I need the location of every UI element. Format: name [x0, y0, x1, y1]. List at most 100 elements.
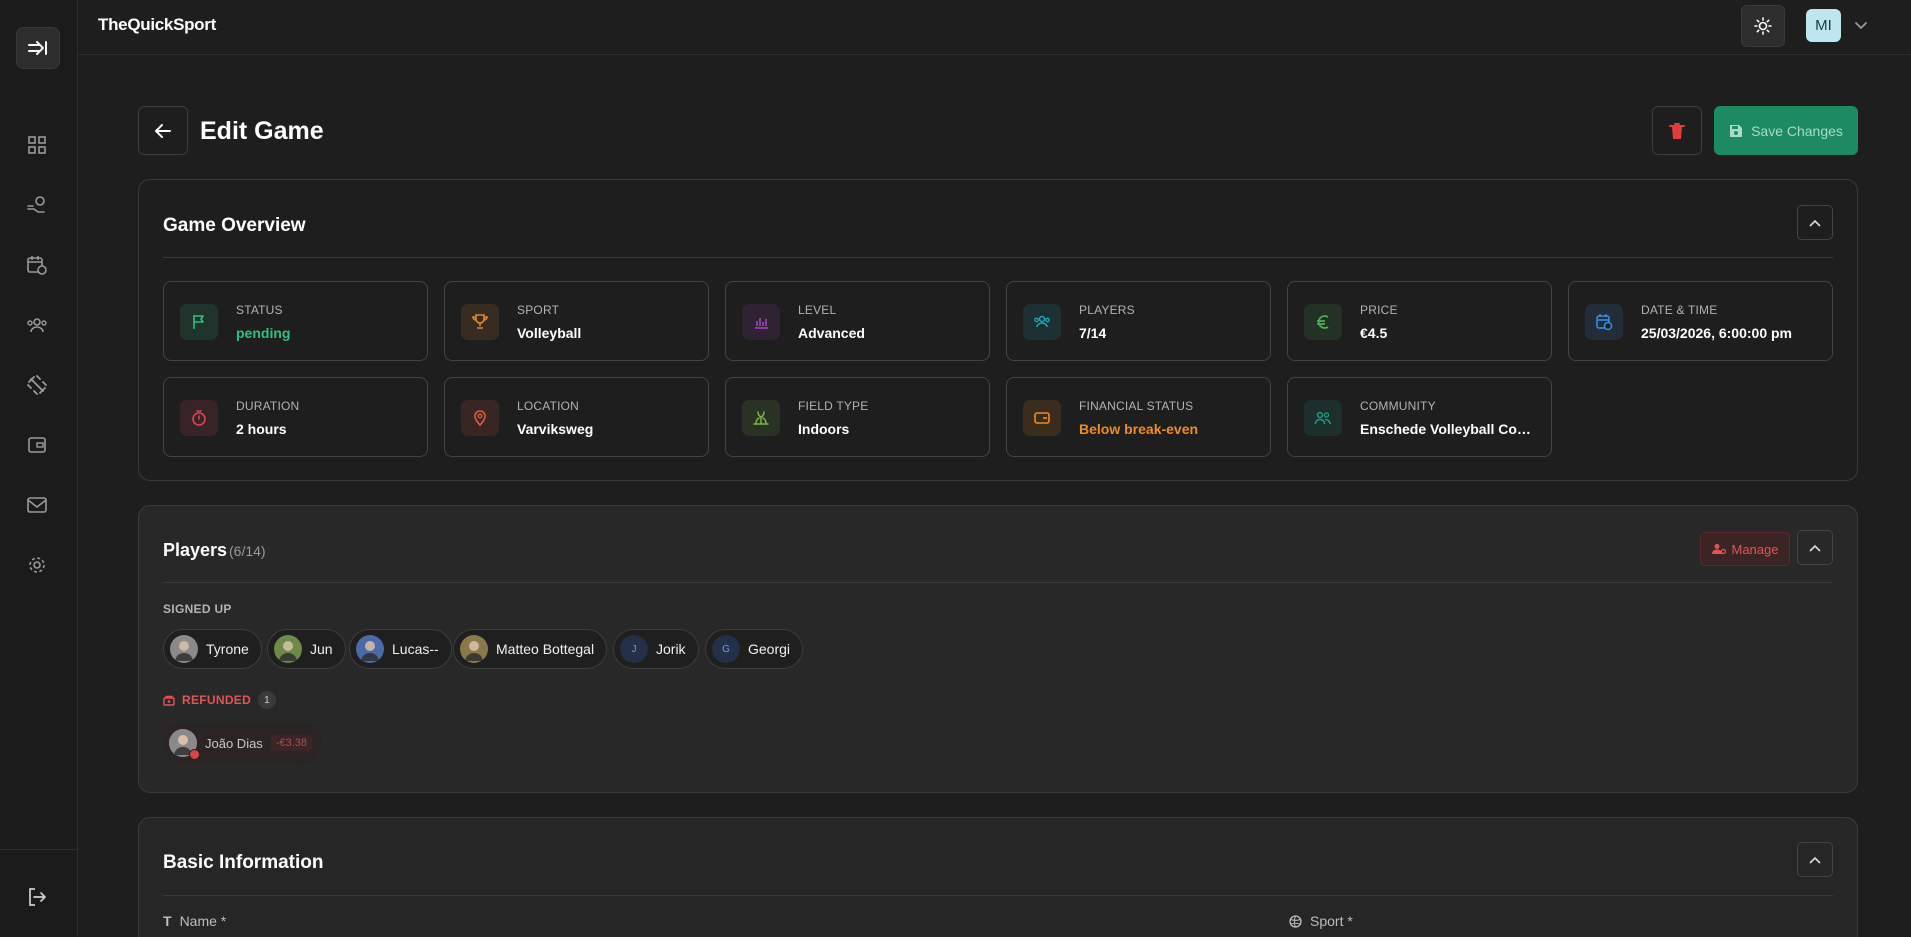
- stat-tile-price: PRICE €4.5: [1287, 281, 1552, 361]
- stat-value: Varviksweg: [517, 421, 594, 437]
- flag-icon: [180, 304, 218, 340]
- stat-tile-financial-status: FINANCIAL STATUS Below break-even: [1006, 377, 1271, 457]
- player-chip[interactable]: Matteo Bottegal: [453, 629, 608, 669]
- nav-users[interactable]: [22, 310, 52, 340]
- wallet-icon: [1023, 400, 1061, 436]
- person-photo-icon: [465, 641, 483, 661]
- player-name: Lucas--: [392, 641, 439, 657]
- nav-settings[interactable]: [22, 550, 52, 580]
- collapse-players-button[interactable]: [1797, 530, 1833, 565]
- stat-label: SPORT: [517, 303, 560, 317]
- refunded-player-chip[interactable]: João Dias -€3.38: [163, 723, 323, 763]
- game-overview-card: Game Overview STATUS pending SPORT Volleyba…: [138, 179, 1858, 481]
- sidebar: [0, 0, 78, 937]
- stat-value: €4.5: [1360, 325, 1388, 341]
- grid-icon: [28, 136, 46, 154]
- sidebar-footer: [0, 849, 78, 937]
- back-button[interactable]: [138, 106, 188, 155]
- stat-label: FINANCIAL STATUS: [1079, 399, 1194, 413]
- stat-value: Enschede Volleyball Com...: [1360, 421, 1540, 437]
- player-avatar: [170, 635, 198, 663]
- trophy-icon: [461, 304, 499, 340]
- person-photo-icon: [361, 641, 379, 661]
- stat-label: LEVEL: [798, 303, 837, 317]
- card-divider: [163, 582, 1833, 583]
- manage-label: Manage: [1731, 541, 1779, 557]
- player-chip[interactable]: Jun: [267, 629, 346, 669]
- stat-value: 7/14: [1079, 325, 1107, 341]
- dumbbell-icon: [27, 375, 47, 395]
- nav-dashboard[interactable]: [22, 130, 52, 160]
- player-avatar: [460, 635, 488, 663]
- stat-tile-sport: SPORT Volleyball: [444, 281, 709, 361]
- stat-value: Advanced: [798, 325, 865, 341]
- calendar-clock-icon: [1585, 304, 1623, 340]
- stat-label: DATE & TIME: [1641, 303, 1718, 317]
- player-chip[interactable]: J Jorik: [613, 629, 699, 669]
- stat-tile-location: LOCATION Varviksweg: [444, 377, 709, 457]
- arrow-right-bar-icon: [28, 41, 47, 55]
- name-label-text: Name *: [179, 913, 227, 929]
- logout-icon: [29, 888, 46, 906]
- chevron-up-icon: [1809, 856, 1821, 864]
- nav-sports[interactable]: [22, 190, 52, 220]
- bar-chart-icon: [742, 304, 780, 340]
- refund-icon: [163, 695, 175, 706]
- stat-label: DURATION: [236, 399, 300, 413]
- player-chip[interactable]: Lucas--: [349, 629, 452, 669]
- stat-label: FIELD TYPE: [798, 399, 869, 413]
- nav-wallet[interactable]: [22, 430, 52, 460]
- stat-value: 25/03/2026, 6:00:00 pm: [1641, 325, 1792, 341]
- theme-toggle-button[interactable]: [1741, 5, 1785, 47]
- basic-information-title: Basic Information: [163, 852, 324, 873]
- nav-messages[interactable]: [22, 490, 52, 520]
- arrow-left-icon: [155, 123, 171, 138]
- name-field-label: T Name *: [163, 913, 226, 929]
- community-icon: [1304, 400, 1342, 436]
- manage-players-button[interactable]: Manage: [1700, 532, 1790, 566]
- nav-fitness[interactable]: [22, 370, 52, 400]
- wallet-icon: [28, 437, 46, 453]
- stat-tile-date-time: DATE & TIME 25/03/2026, 6:00:00 pm: [1568, 281, 1833, 361]
- expand-sidebar-button[interactable]: [16, 27, 60, 69]
- card-divider: [163, 895, 1833, 896]
- save-changes-label: Save Changes: [1751, 122, 1843, 139]
- stat-label: PLAYERS: [1079, 303, 1135, 317]
- person-photo-icon: [279, 641, 297, 661]
- user-avatar[interactable]: MI: [1806, 9, 1841, 42]
- save-changes-button[interactable]: Save Changes: [1714, 106, 1858, 155]
- players-title: Players: [163, 540, 228, 560]
- stat-label: COMMUNITY: [1360, 399, 1436, 413]
- app-logo[interactable]: TheQuickSport: [98, 15, 216, 35]
- person-photo-icon: [175, 641, 193, 661]
- player-chip[interactable]: Tyrone: [163, 629, 262, 669]
- stat-tile-duration: DURATION 2 hours: [163, 377, 428, 457]
- card-divider: [163, 257, 1833, 258]
- refunded-label: REFUNDED: [182, 693, 252, 707]
- logout-button[interactable]: [22, 882, 52, 912]
- delete-button[interactable]: [1652, 106, 1702, 155]
- trash-icon: [1669, 122, 1685, 139]
- refunded-count: 1: [258, 691, 277, 709]
- basic-information-card: Basic Information T Name * Sport *: [138, 817, 1858, 937]
- euro-icon: [1304, 304, 1342, 340]
- nav-games[interactable]: [22, 250, 52, 280]
- stat-label: LOCATION: [517, 399, 580, 413]
- collapse-basic-button[interactable]: [1797, 842, 1833, 877]
- player-chip[interactable]: G Georgi: [705, 629, 804, 669]
- refunded-player-name: João Dias: [205, 735, 263, 751]
- page-title: Edit Game: [200, 117, 324, 145]
- timer-icon: [180, 400, 218, 436]
- refund-badge-icon: [189, 749, 200, 760]
- save-icon: [1730, 124, 1743, 137]
- collapse-overview-button[interactable]: [1797, 205, 1833, 240]
- stat-tile-players: PLAYERS 7/14: [1006, 281, 1271, 361]
- stat-value: 2 hours: [236, 421, 287, 437]
- hand-ball-icon: [27, 196, 45, 213]
- mail-icon: [27, 497, 47, 513]
- player-name: Jorik: [656, 641, 686, 657]
- chevron-down-icon[interactable]: [1853, 17, 1869, 33]
- text-type-icon: T: [163, 913, 172, 929]
- sport-field-label: Sport *: [1289, 913, 1353, 929]
- stat-value: pending: [236, 325, 291, 341]
